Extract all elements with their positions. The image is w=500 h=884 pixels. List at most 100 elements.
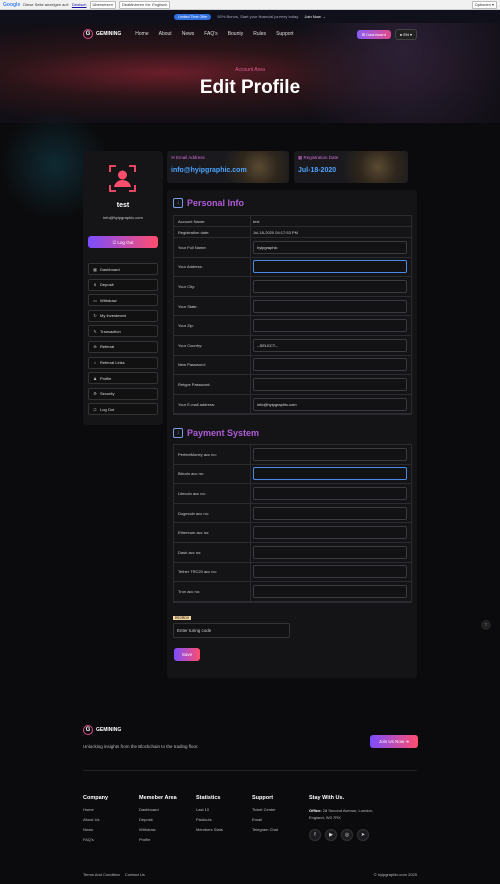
translate-language-link[interactable]: Deutsch — [72, 2, 87, 7]
form-input-bitcoin-acc-no[interactable] — [253, 467, 407, 481]
form-row: Bitcoin acc no: — [174, 464, 411, 485]
footer-link[interactable]: Profile — [139, 837, 177, 842]
payment-system-table: PerfectMoney acc no: Bitcoin acc no: Litec… — [173, 444, 412, 603]
nav-item-about[interactable]: About — [159, 31, 172, 37]
sidebar-item-label: Security — [100, 391, 115, 397]
footer-stay-column: Stay With Us. Office: 28 Second Avenue, … — [309, 795, 389, 841]
contact-link[interactable]: Contact Us — [125, 872, 145, 877]
form-input-your-address[interactable] — [253, 260, 407, 274]
sidebar-item-icon: $ — [93, 282, 97, 288]
footer-column-support: Support Ticket Center Email Telegram Chat — [252, 795, 278, 837]
telegram-icon[interactable]: ➤ — [357, 829, 369, 841]
brand-logo[interactable]: G GEMINING — [83, 29, 121, 39]
nav-item-home[interactable]: Home — [135, 31, 148, 37]
footer-link[interactable]: Members Stats — [196, 827, 223, 832]
sidebar-item-deposit[interactable]: $ Deposit — [88, 278, 158, 291]
join-us-button[interactable]: Join Us Now ➜ — [370, 735, 418, 748]
sidebar-item-profile[interactable]: ♟ Profile — [88, 372, 158, 385]
footer-link[interactable]: Dashboard — [139, 807, 177, 812]
footer-address: Office: 28 Second Avenue, London, Englan… — [309, 807, 389, 821]
form-row: Tron acc no: — [174, 582, 411, 602]
form-value-cell — [251, 260, 411, 274]
nav-item-news[interactable]: News — [182, 31, 195, 37]
footer-link[interactable]: Email — [252, 817, 278, 822]
form-value-cell — [251, 506, 411, 520]
logout-button[interactable]: ⎋ Log Out — [88, 236, 158, 248]
form-input-dogecoin-acc-no[interactable] — [253, 506, 407, 520]
profile-name: test — [116, 202, 130, 209]
form-input-tether-trc20-acc-no[interactable] — [253, 565, 407, 579]
form-input-litecoin-acc-no[interactable] — [253, 486, 407, 500]
save-button[interactable]: Save — [174, 648, 200, 661]
form-input-your-state[interactable] — [253, 299, 407, 313]
dashboard-button[interactable]: ⊞ Dashboard — [356, 29, 391, 39]
promo-text: 50% Bonus, Start your financial journey … — [217, 14, 299, 19]
translate-button[interactable]: Übersetzen — [89, 0, 116, 9]
form-value-cell — [251, 565, 411, 579]
form-value-cell — [251, 584, 411, 598]
form-input-your-city[interactable] — [253, 279, 407, 293]
instagram-icon[interactable]: ◎ — [341, 829, 353, 841]
nav-item-bounty[interactable]: Bounty — [228, 31, 244, 37]
sidebar-item-label: Profile — [100, 375, 112, 381]
form-row: Tether TRC20 acc no: — [174, 562, 411, 583]
form-input-dash-acc-no[interactable] — [253, 545, 407, 559]
form-input-your-e-mail-address[interactable]: info@hyipgraphic.com — [253, 397, 407, 411]
terms-link[interactable]: Terms And Condition — [83, 872, 120, 877]
facebook-icon[interactable]: f — [309, 829, 321, 841]
form-input-your-country[interactable]: --SELECT-- — [253, 338, 407, 352]
footer-link[interactable]: Telegram Chat — [252, 827, 278, 832]
personal-info-title: Personal Info — [187, 198, 245, 208]
form-row: Your Country: --SELECT-- — [174, 335, 411, 356]
footer-link[interactable]: Home — [83, 807, 108, 812]
footer-column-title: Statistics — [196, 795, 221, 801]
sidebar-item-my-investment[interactable]: ↻ My Investment — [88, 309, 158, 322]
form-row: Your State: — [174, 296, 411, 317]
footer-link[interactable]: Ticket Center — [252, 807, 278, 812]
footer-link[interactable]: News — [83, 827, 108, 832]
scroll-top-button[interactable]: ↑ — [481, 620, 491, 630]
form-row: Your Address: — [174, 257, 411, 278]
sidebar-menu: ▦ Dashboard $ Deposit ▭ Withdraw ↻ My Investmen… — [88, 263, 158, 419]
edit-profile-form: ↓ Personal Info Account Name: test Registr… — [167, 190, 417, 678]
translate-prefix: Diese Seite anzeigen auf: — [23, 2, 69, 7]
footer-logo[interactable]: G GEMINING — [83, 725, 121, 735]
sidebar-item-referral[interactable]: ⊕ Referral — [88, 340, 158, 353]
footer-link[interactable]: FAQ's — [83, 837, 108, 842]
footer-link[interactable]: Paidouts — [196, 817, 223, 822]
captcha-input[interactable]: Enter turing code — [173, 623, 290, 638]
form-input-perfectmoney-acc-no[interactable] — [253, 447, 407, 461]
translate-options-button[interactable]: Optionen ▾ — [471, 0, 497, 9]
sidebar-item-log-out[interactable]: ⎋ Log Out — [88, 403, 158, 416]
sidebar-item-dashboard[interactable]: ▦ Dashboard — [88, 263, 158, 275]
form-input-your-zip[interactable] — [253, 319, 407, 333]
payment-system-heading: ↓ Payment System — [173, 428, 259, 438]
youtube-icon[interactable]: ▶ — [325, 829, 337, 841]
form-input-retype-password[interactable] — [253, 377, 407, 391]
footer-link[interactable]: Last 10 — [196, 807, 223, 812]
form-label: Account Name: — [174, 216, 251, 226]
nav-item-support[interactable]: Support — [276, 31, 294, 37]
nav-item-faqs[interactable]: FAQ's — [204, 31, 217, 37]
form-input-ethereum-acc-no[interactable] — [253, 526, 407, 540]
sidebar-item-transaction[interactable]: ✎ Transaction — [88, 325, 158, 338]
footer-link[interactable]: Withdraw — [139, 827, 177, 832]
footer-link[interactable]: About Us — [83, 817, 108, 822]
nav-item-rules[interactable]: Rules — [253, 31, 266, 37]
promo-join-link[interactable]: Join Now → — [304, 14, 326, 19]
disable-translate-button[interactable]: Deaktivieren für: Englisch — [118, 0, 171, 9]
main-nav: G GEMINING Home About News FAQ's Bounty Rules… — [83, 28, 417, 40]
sidebar-item-label: Deposit — [100, 282, 114, 288]
sidebar-item-referral-links[interactable]: < Referral Links — [88, 356, 158, 369]
language-select[interactable]: ● EN ▾ — [394, 28, 417, 40]
form-label: Retype Password: — [174, 375, 251, 394]
form-input-new-password[interactable] — [253, 358, 407, 372]
form-value-cell — [251, 526, 411, 540]
form-input-your-full-name[interactable]: hyipgraphic — [253, 240, 407, 254]
footer-link[interactable]: Deposit — [139, 817, 177, 822]
sidebar-item-label: Transaction — [100, 328, 121, 334]
sidebar-item-withdraw[interactable]: ▭ Withdraw — [88, 294, 158, 307]
form-input-tron-acc-no[interactable] — [253, 584, 407, 598]
footer-column-company: Company Home About Us News FAQ's — [83, 795, 108, 847]
sidebar-item-security[interactable]: ⚙ Security — [88, 387, 158, 400]
